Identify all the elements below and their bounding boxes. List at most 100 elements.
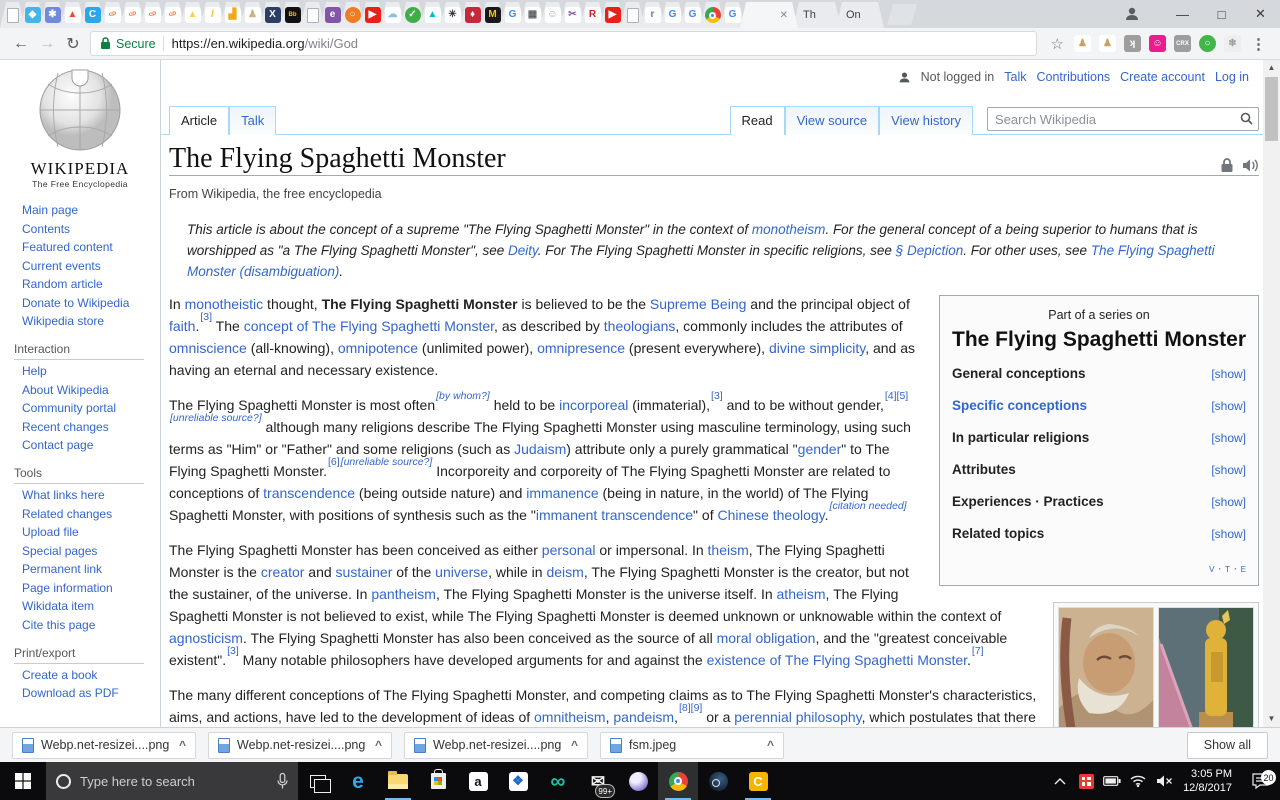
snowflake-extension-icon[interactable]: ❄ [1224,35,1241,52]
wiki-link[interactable]: atheism [777,586,826,602]
inline-cleanup-tag-link[interactable]: [unreliable source?] [170,412,262,424]
gnome-extension-icon[interactable]: ♟ [1074,35,1091,52]
show-toggle[interactable]: [show] [1211,395,1246,417]
tab-article[interactable]: Article [169,106,230,135]
tab-read[interactable]: Read [729,106,785,135]
reload-button[interactable]: ↻ [60,34,86,54]
reference-link[interactable]: [3] [200,311,212,323]
show-toggle[interactable]: [show] [1211,491,1246,513]
crx-extension-icon[interactable]: CRX [1174,35,1191,52]
maximize-button[interactable]: □ [1202,0,1241,28]
sidebar-item-random-article[interactable]: Random article [22,277,160,291]
wiki-link[interactable]: deism [546,564,583,580]
wiki-link[interactable]: immanence [526,485,598,501]
sidebar-item-related-changes[interactable]: Related changes [22,507,160,521]
show-toggle[interactable]: [show] [1211,459,1246,481]
action-center-button[interactable]: 20 [1240,770,1280,789]
back-button[interactable]: ← [8,35,34,53]
series-section-label[interactable]: Experiences · Practices [952,491,1104,513]
series-section-label[interactable]: In particular religions [952,427,1089,449]
address-bar[interactable]: Secure https://en.wikipedia.org /wiki/Go… [90,31,1037,56]
wiki-link[interactable]: divine simplicity [769,340,865,356]
wiki-link[interactable]: gender [798,441,842,457]
minimize-button[interactable]: — [1163,0,1202,28]
media-orb-icon[interactable] [618,762,658,800]
sidebar-item-permanent-link[interactable]: Permanent link [22,562,160,576]
sidebar-item-page-information[interactable]: Page information [22,581,160,595]
download-menu-caret[interactable]: ^ [767,738,774,752]
wiki-link[interactable]: Chinese theology [717,507,824,523]
wiki-link[interactable]: Deity [508,243,538,258]
browser-tab[interactable]: On [836,2,884,28]
download-item[interactable]: Webp.net-resizei....png ^ [12,731,196,759]
sidebar-item-contents[interactable]: Contents [22,222,160,236]
personal-link[interactable]: Talk [1004,70,1026,84]
reference-link[interactable]: [6] [328,456,340,468]
wiki-link[interactable]: § Depiction [896,243,964,258]
inline-cleanup-tag-link[interactable]: [unreliable source?] [341,456,433,468]
wiki-link[interactable]: Supreme Being [650,296,747,312]
series-section-label[interactable]: General conceptions [952,363,1086,385]
scroll-down-arrow[interactable]: ▼ [1263,711,1280,727]
gnome-extension-icon[interactable]: ♟ [1099,35,1116,52]
inline-cleanup-tag-link[interactable]: [by whom?] [436,390,490,402]
series-section-label[interactable]: Specific conceptions [952,395,1087,417]
download-menu-caret[interactable]: ^ [179,738,186,752]
wiki-link[interactable]: faith [169,318,195,334]
microphone-icon[interactable] [277,773,288,789]
series-section-label[interactable]: Attributes [952,459,1016,481]
murugan-statue-image[interactable] [1158,607,1254,727]
taskbar-clock[interactable]: 3:05 PM 12/8/2017 [1177,767,1240,795]
task-view-button[interactable] [298,762,338,800]
wiki-link[interactable]: pantheism [371,586,436,602]
sidebar-item-download-as-pdf[interactable]: Download as PDF [22,686,160,700]
page-scrollbar[interactable]: ▲ ▼ [1263,60,1280,727]
wifi-icon[interactable] [1125,775,1151,787]
wikipedia-logo[interactable]: WIKIPEDIA The Free Encyclopedia [0,68,160,189]
battery-icon[interactable] [1099,776,1125,786]
tray-chevron-icon[interactable] [1047,777,1073,785]
tab-view-history[interactable]: View history [879,106,973,135]
wiki-link[interactable]: perennial philosophy [734,709,861,725]
start-button[interactable] [0,762,46,800]
reference-link[interactable]: [3] [711,390,723,402]
wiki-link[interactable]: moral obligation [717,630,816,646]
sidebar-item-donate-to-wikipedia[interactable]: Donate to Wikipedia [22,296,160,310]
wiki-link[interactable]: theism [708,542,749,558]
sidebar-item-recent-changes[interactable]: Recent changes [22,420,160,434]
wiki-link[interactable]: incorporeal [559,397,628,413]
wiki-link[interactable]: theologians [604,318,676,334]
inline-cleanup-tag-link[interactable]: [citation needed] [830,500,907,512]
wiki-link[interactable]: transcendence [263,485,355,501]
show-toggle[interactable]: [show] [1211,363,1246,385]
personal-link[interactable]: Create account [1120,70,1205,84]
reference-link[interactable]: [4][5] [885,390,908,402]
steam-icon[interactable] [698,762,738,800]
deity-image-collage[interactable] [1053,602,1259,727]
wiki-link[interactable]: immanent transcendence [536,507,693,523]
sidebar-item-featured-content[interactable]: Featured content [22,240,160,254]
active-tab[interactable]: ✕ [740,2,798,28]
show-toggle[interactable]: [show] [1211,523,1246,545]
sidebar-item-community-portal[interactable]: Community portal [22,401,160,415]
reference-link[interactable]: [3] [227,645,239,657]
show-all-button[interactable]: Show all [1186,731,1268,759]
wiki-link[interactable]: personal [542,542,596,558]
show-toggle[interactable]: [show] [1211,427,1246,449]
wiki-link[interactable]: monotheistic [185,296,264,312]
tray-red-app-icon[interactable] [1073,773,1099,789]
chrome-icon[interactable] [658,762,698,800]
sidebar-item-special-pages[interactable]: Special pages [22,544,160,558]
vte-links[interactable]: v · t · e [952,557,1246,579]
search-icon[interactable] [1240,112,1253,125]
wiki-link[interactable]: existence of The Flying Spaghetti Monste… [707,652,967,668]
cemu-icon[interactable]: C [738,762,778,800]
browser-tab[interactable]: Th [793,2,841,28]
download-item[interactable]: Webp.net-resizei....png ^ [208,731,392,759]
download-menu-caret[interactable]: ^ [375,738,382,752]
sidebar-item-what-links-here[interactable]: What links here [22,488,160,502]
taskbar-search-box[interactable]: Type here to search [46,762,298,800]
sidebar-item-wikidata-item[interactable]: Wikidata item [22,599,160,613]
sidebar-item-upload-file[interactable]: Upload file [22,525,160,539]
browser-menu-icon[interactable]: ⋮ [1251,35,1266,53]
